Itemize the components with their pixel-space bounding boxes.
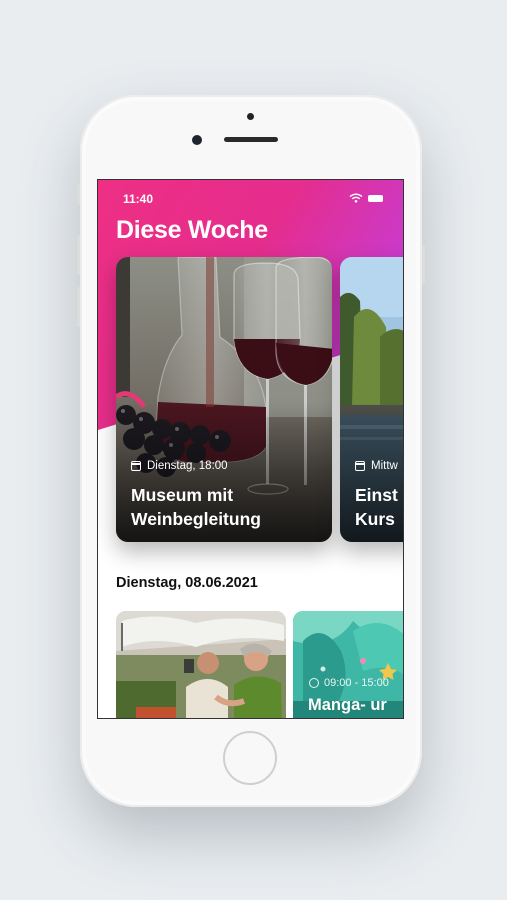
battery-icon <box>368 195 383 202</box>
clock-icon <box>309 678 319 688</box>
event-title: Manga- ur <box>308 696 387 714</box>
event-title: Einst Kurs <box>355 485 398 529</box>
calendar-icon <box>355 461 365 471</box>
phone-frame: 11:40 Diese Woche Dienstag, 18:00 Museum… <box>77 95 425 807</box>
volume-down-button <box>77 287 80 327</box>
market-photo <box>116 611 286 718</box>
volume-up-button <box>77 235 80 275</box>
featured-event-card[interactable]: Mittw Einst Kurs <box>340 257 403 542</box>
page-title: Diese Woche <box>116 216 268 244</box>
status-time: 11:40 <box>123 192 154 206</box>
wifi-icon <box>349 193 363 203</box>
event-date-time: Dienstag, 18:00 <box>131 460 228 472</box>
event-date-time-label: Mittw <box>371 460 398 472</box>
calendar-icon <box>131 461 141 471</box>
event-card[interactable] <box>116 611 286 718</box>
event-title: Museum mit Weinbegleitung <box>131 485 261 529</box>
event-card[interactable]: 09:00 - 15:00 Manga- ur <box>293 611 403 718</box>
status-bar: 11:40 <box>98 180 403 206</box>
earpiece-speaker <box>224 137 278 142</box>
proximity-sensor <box>247 113 254 120</box>
event-date-time-label: Dienstag, 18:00 <box>147 460 228 472</box>
section-date-heading: Dienstag, 08.06.2021 <box>116 575 258 591</box>
power-button <box>422 245 425 285</box>
front-camera <box>192 135 202 145</box>
event-date-time: Mittw <box>355 460 398 472</box>
home-button[interactable] <box>223 731 277 785</box>
mute-switch <box>77 183 80 205</box>
app-screen: 11:40 Diese Woche Dienstag, 18:00 Museum… <box>97 179 404 719</box>
event-time-label: 09:00 - 15:00 <box>324 677 389 689</box>
featured-event-card[interactable]: Dienstag, 18:00 Museum mit Weinbegleitun… <box>116 257 332 542</box>
event-time: 09:00 - 15:00 <box>309 677 389 689</box>
